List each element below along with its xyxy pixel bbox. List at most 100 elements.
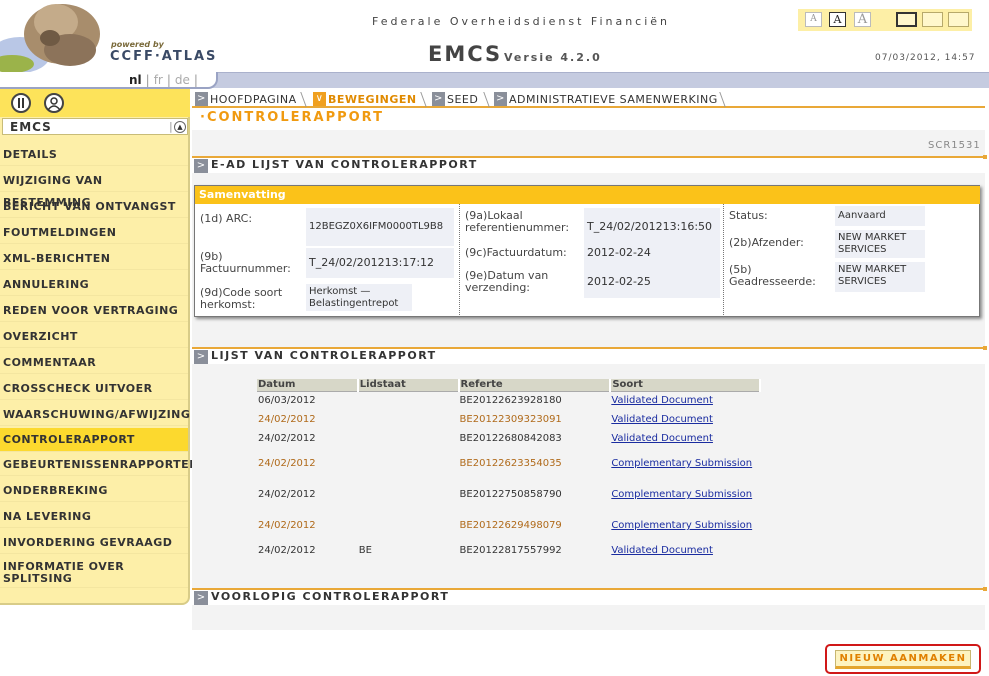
cell-lidstaat: [358, 410, 459, 429]
expand-icon[interactable]: >: [194, 591, 208, 605]
soort-link[interactable]: Validated Document: [611, 545, 713, 556]
table-row: 06/03/2012 BE20122623928180 Validated Docu…: [257, 391, 760, 410]
consignee-label: (5b) Geadresseerde:: [729, 263, 816, 288]
sidebar-item-gebeurtenissenrapporten[interactable]: GEBEURTENISSENRAPPORTEN: [0, 454, 198, 476]
column-header-datum[interactable]: Datum: [257, 379, 359, 392]
layout-full-icon[interactable]: [896, 12, 917, 27]
soort-link[interactable]: Validated Document: [611, 433, 713, 444]
layout-split-icon[interactable]: [922, 12, 943, 27]
sidebar-item-xml-berichten[interactable]: XML-BERICHTEN: [0, 248, 188, 270]
section-list-header[interactable]: > LIJST VAN CONTROLERAPPORT: [192, 346, 987, 364]
sidebar-item-bericht-van-ontvangst[interactable]: BERICHT VAN ONTVANGST: [0, 196, 188, 218]
summary-title: Samenvatting: [195, 186, 980, 204]
cell-datum: 24/02/2012: [258, 489, 316, 500]
summary-panel: Samenvatting (1d) ARC: 12BEGZ0X6IFM0000T…: [194, 185, 980, 317]
layout-wide-icon[interactable]: [948, 12, 969, 27]
local-ref-label: (9a)Lokaal referentienummer:: [465, 209, 570, 234]
cell-datum: 24/02/2012: [258, 545, 316, 556]
column-header-referte[interactable]: Referte: [458, 379, 612, 392]
app-title: EMCS: [428, 42, 503, 66]
page-title: ·CONTROLERAPPORT: [200, 110, 384, 125]
sidebar-item-annulering[interactable]: ANNULERING: [0, 274, 188, 296]
lang-nl[interactable]: nl: [129, 73, 142, 87]
section-prelim-header[interactable]: > VOORLOPIG CONTROLERAPPORT: [192, 587, 987, 605]
cell-datum: 24/02/2012: [258, 433, 316, 444]
lang-de[interactable]: de: [175, 73, 190, 87]
sidebar-item-wijziging-van-bestemming[interactable]: WIJZIGING VAN BESTEMMING: [0, 170, 188, 209]
sidebar: EMCS | ▲ DETAILS WIJZIGING VAN BESTEMMING…: [0, 89, 198, 605]
powered-by-label: powered by: [111, 40, 164, 49]
sidebar-item-invordering-gevraagd[interactable]: INVORDERING GEVRAAGD: [0, 532, 188, 554]
sidebar-item-commentaar[interactable]: COMMENTAAR: [0, 352, 188, 374]
cell-datum: 24/02/2012: [258, 520, 316, 531]
tab-hoofdpagina[interactable]: > HOOFDPAGINA: [195, 92, 297, 108]
tab-administratieve-samenwerking[interactable]: > ADMINISTRATIEVE SAMENWERKING: [494, 92, 718, 108]
table-row: 24/02/2012 BE BE20122817557992 Validated Do…: [257, 541, 760, 560]
cell-referte: BE20122623928180: [459, 395, 562, 407]
column-header-lidstaat[interactable]: Lidstaat: [357, 379, 460, 392]
sidebar-item-crosscheck-uitvoer[interactable]: CROSSCHECK UITVOER: [0, 378, 188, 400]
expand-icon[interactable]: >: [194, 159, 208, 173]
sidebar-item-controlerapport[interactable]: CONTROLERAPPORT: [0, 428, 188, 452]
section-list-title: LIJST VAN CONTROLERAPPORT: [211, 349, 437, 362]
table-row: 24/02/2012 BE20122680842083 Validated Docu…: [257, 429, 760, 448]
cell-referte: BE20122309323091: [459, 414, 562, 425]
soort-link[interactable]: Complementary Submission: [611, 520, 752, 531]
display-tools: A A A: [798, 9, 972, 31]
column-header-soort[interactable]: Soort: [610, 379, 761, 392]
cell-lidstaat: [358, 429, 459, 448]
origin-code-label: (9d)Code soort herkomst:: [200, 286, 283, 311]
tab-seed[interactable]: > SEED: [432, 92, 478, 108]
sidebar-item-overzicht[interactable]: OVERZICHT: [0, 326, 188, 348]
soort-link[interactable]: Complementary Submission: [611, 458, 752, 469]
sidebar-item-details[interactable]: DETAILS: [0, 144, 188, 166]
new-button[interactable]: NIEUW AANMAKEN: [835, 650, 971, 669]
lang-fr[interactable]: fr: [154, 73, 163, 87]
sidebar-item-reden-voor-vertraging[interactable]: REDEN VOOR VERTRAGING: [0, 300, 188, 322]
arc-label: (1d) ARC:: [200, 212, 253, 225]
user-icon[interactable]: [44, 93, 64, 113]
table-row: 24/02/2012 BE20122309323091 Validated Docu…: [257, 410, 760, 429]
font-small-button[interactable]: A: [805, 12, 822, 27]
screen-id: SCR1531: [928, 140, 981, 151]
collapse-icon[interactable]: ▲: [174, 121, 186, 133]
table-row: 24/02/2012 BE20122750858790 Complementary …: [257, 479, 760, 510]
sidebar-item-foutmeldingen[interactable]: FOUTMELDINGEN: [0, 222, 188, 244]
language-bar: nl | fr | de |: [0, 72, 218, 89]
invoice-date-value: 2012-02-24: [584, 240, 720, 266]
cell-lidstaat: [358, 448, 459, 479]
cell-datum: 06/03/2012: [258, 395, 316, 407]
font-large-button[interactable]: A: [854, 12, 871, 27]
sidebar-toolbar: [0, 89, 190, 117]
soort-link[interactable]: Validated Document: [611, 414, 713, 425]
soort-link[interactable]: Complementary Submission: [611, 489, 752, 500]
sidebar-item-onderbreking[interactable]: ONDERBREKING: [0, 480, 188, 502]
section-ead-title: E-AD LIJST VAN CONTROLERAPPORT: [211, 158, 478, 171]
section-ead-header[interactable]: > E-AD LIJST VAN CONTROLERAPPORT: [192, 155, 987, 173]
section-prelim-title: VOORLOPIG CONTROLERAPPORT: [211, 590, 450, 603]
cell-soort: Complementary Submission: [610, 479, 760, 510]
table-row: 24/02/2012 BE20122629498079 Complementary …: [257, 510, 760, 541]
app-version: Versie 4.2.0: [504, 51, 602, 64]
font-medium-button[interactable]: A: [829, 12, 846, 27]
datetime: 07/03/2012, 14:57: [875, 53, 976, 63]
cell-lidstaat: [358, 479, 459, 510]
sidebar-item-informatie-over-splitsing[interactable]: INFORMATIE OVER SPLITSING: [0, 558, 188, 588]
sidebar-item-na-levering[interactable]: NA LEVERING: [0, 506, 188, 528]
status-value: Aanvaard: [835, 206, 925, 226]
origin-code-value: Herkomst — Belastingentrepot: [306, 284, 412, 311]
soort-link[interactable]: Validated Document: [611, 395, 713, 406]
cell-datum: 24/02/2012: [258, 414, 316, 425]
cell-soort: Complementary Submission: [610, 510, 760, 541]
tab-bewegingen[interactable]: ∨ BEWEGINGEN: [313, 92, 417, 108]
info-icon[interactable]: [11, 93, 31, 113]
sidebar-item-waarschuwing-afwijzing[interactable]: WAARSCHUWING/AFWIJZING: [0, 404, 190, 426]
cell-referte: BE20122629498079: [459, 520, 562, 531]
new-button-highlight: NIEUW AANMAKEN: [825, 644, 981, 674]
cell-soort: Complementary Submission: [610, 448, 760, 479]
cell-datum: 24/02/2012: [258, 458, 316, 469]
consignor-value: NEW MARKET SERVICES: [835, 230, 925, 258]
cell-lidstaat: [358, 391, 459, 410]
consignor-label: (2b)Afzender:: [729, 236, 804, 249]
expand-icon[interactable]: >: [194, 350, 208, 364]
